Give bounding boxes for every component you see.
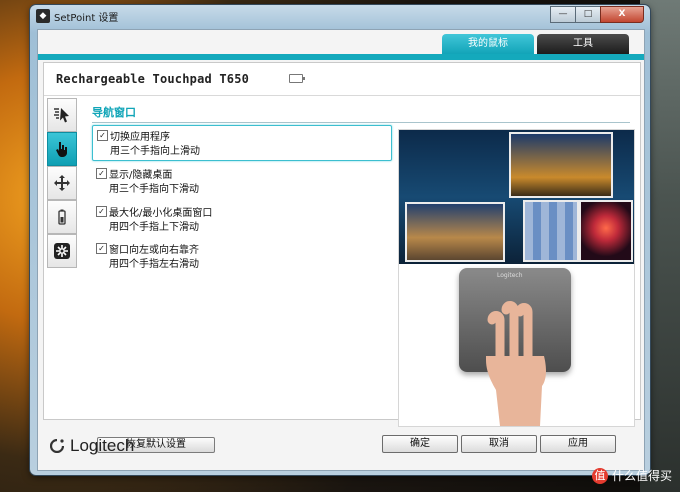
touchpad-brand: Logitech bbox=[497, 272, 523, 279]
minimize-button[interactable]: — bbox=[550, 6, 576, 23]
client-area: 我的鼠标 工具 Rechargeable Touchpad T650 导航窗口 … bbox=[37, 29, 645, 471]
option-switch-apps[interactable]: ✓ 切换应用程序 用三个手指向上滑动 bbox=[92, 125, 392, 161]
device-name: Rechargeable Touchpad T650 bbox=[56, 72, 250, 86]
scrolling-tab[interactable] bbox=[47, 166, 77, 200]
preview-window-gallery bbox=[523, 200, 579, 262]
battery-level-icon bbox=[58, 209, 66, 225]
setpoint-app-icon: ◆ bbox=[36, 9, 50, 23]
watermark-badge: 值 bbox=[591, 467, 608, 484]
battery-tab[interactable] bbox=[47, 200, 77, 234]
footer-bar: Logitech 确定 取消 应用 bbox=[38, 424, 644, 470]
logitech-logo-icon bbox=[50, 439, 64, 453]
option-snap-windows[interactable]: ✓ 窗口向左或向右靠齐 用四个手指左右滑动 bbox=[92, 239, 390, 273]
checkbox-maximize-minimize[interactable]: ✓ bbox=[96, 206, 107, 217]
cursor-speed-icon bbox=[54, 108, 69, 123]
setpoint-window: ◆ SetPoint 设置 — □ X 我的鼠标 工具 Rechargeable… bbox=[30, 5, 650, 475]
option-description: 用四个手指上下滑动 bbox=[109, 222, 199, 233]
option-label: 显示/隐藏桌面 bbox=[109, 170, 173, 181]
title-bar[interactable]: ◆ SetPoint 设置 — □ X bbox=[30, 5, 650, 27]
site-watermark: 值 什么值得买 bbox=[591, 467, 672, 484]
option-label: 最大化/最小化桌面窗口 bbox=[109, 208, 213, 219]
watermark-text: 什么值得买 bbox=[611, 469, 672, 483]
move-arrows-icon bbox=[54, 175, 70, 191]
window-controls: — □ X bbox=[550, 6, 644, 23]
option-description: 用三个手指向下滑动 bbox=[109, 184, 199, 195]
option-label: 切换应用程序 bbox=[110, 132, 170, 143]
side-tab-bar bbox=[44, 98, 78, 288]
tab-tools[interactable]: 工具 bbox=[537, 34, 629, 54]
checkbox-switch-apps[interactable]: ✓ bbox=[97, 130, 108, 141]
cancel-button[interactable]: 取消 bbox=[461, 435, 537, 453]
pointer-settings-tab[interactable] bbox=[47, 98, 77, 132]
maximize-button[interactable]: □ bbox=[575, 6, 601, 23]
option-description: 用三个手指向上滑动 bbox=[110, 146, 200, 157]
logitech-wordmark: Logitech bbox=[70, 436, 135, 455]
checkbox-snap-windows[interactable]: ✓ bbox=[96, 243, 107, 254]
tab-underline bbox=[38, 54, 644, 60]
checkbox-show-desktop[interactable]: ✓ bbox=[96, 168, 107, 179]
option-maximize-minimize[interactable]: ✓ 最大化/最小化桌面窗口 用四个手指上下滑动 bbox=[92, 202, 390, 236]
settings-panel: Rechargeable Touchpad T650 导航窗口 ✓ 切换应用程序… bbox=[43, 62, 641, 453]
hand-gesture-icon bbox=[56, 142, 67, 157]
option-description: 用四个手指左右滑动 bbox=[109, 259, 199, 270]
close-button[interactable]: X bbox=[600, 6, 644, 23]
advanced-settings-tab[interactable] bbox=[47, 234, 77, 268]
section-title: 导航窗口 bbox=[92, 106, 136, 119]
logitech-logo: Logitech bbox=[50, 436, 134, 456]
option-label: 窗口向左或向右靠齐 bbox=[109, 245, 199, 256]
preview-window-city bbox=[405, 202, 505, 262]
gestures-tab[interactable] bbox=[47, 132, 77, 166]
battery-icon bbox=[289, 74, 305, 83]
option-show-desktop[interactable]: ✓ 显示/隐藏桌面 用三个手指向下滑动 bbox=[92, 164, 390, 198]
hand-illustration bbox=[486, 301, 546, 426]
tab-my-mouse[interactable]: 我的鼠标 bbox=[442, 34, 534, 54]
gesture-preview: Logitech bbox=[398, 129, 635, 427]
gear-icon bbox=[54, 243, 70, 259]
apply-button[interactable]: 应用 bbox=[540, 435, 616, 453]
preview-desktop-image bbox=[399, 130, 634, 264]
device-header: Rechargeable Touchpad T650 bbox=[44, 63, 640, 96]
preview-window-fireworks bbox=[579, 200, 633, 262]
window-title: SetPoint 设置 bbox=[54, 13, 119, 24]
ok-button[interactable]: 确定 bbox=[382, 435, 458, 453]
tab-strip: 我的鼠标 工具 bbox=[38, 30, 644, 60]
preview-window-bridge bbox=[509, 132, 613, 198]
section-divider bbox=[92, 122, 630, 123]
